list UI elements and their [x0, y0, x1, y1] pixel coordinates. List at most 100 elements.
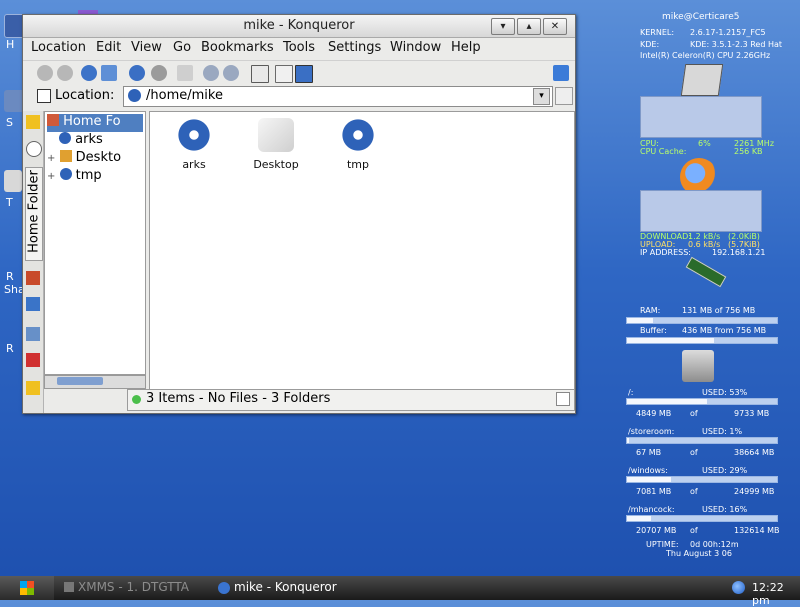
- file-item-desktop[interactable]: Desktop: [241, 118, 311, 171]
- home-icon[interactable]: [101, 65, 117, 81]
- buffer-value: 436 MB from 756 MB: [682, 326, 767, 335]
- media-icon[interactable]: [26, 353, 40, 367]
- services-icon[interactable]: [26, 327, 40, 341]
- menu-bookmarks[interactable]: Bookmarks: [201, 40, 274, 55]
- desktop-icon-label: R: [6, 270, 14, 283]
- zoom-in-icon[interactable]: [203, 65, 219, 81]
- tree-item-arks[interactable]: arks: [59, 132, 103, 150]
- tab-home-folder[interactable]: Home Folder: [25, 167, 43, 261]
- print-icon[interactable]: [177, 65, 193, 81]
- disk-used: USED: 29%: [702, 466, 748, 475]
- debian-folder-icon: [340, 118, 376, 152]
- tree-item-desktop[interactable]: + Deskto: [47, 150, 121, 168]
- tab-home-folder-label: Home Folder: [26, 170, 42, 253]
- desktop-icon-label: R: [6, 342, 14, 355]
- debian-folder-icon: [176, 118, 212, 152]
- detail-view-icon[interactable]: [275, 65, 293, 83]
- ram-value: 131 MB of 756 MB: [682, 306, 756, 315]
- menu-location[interactable]: Location: [31, 40, 86, 55]
- debian-folder-icon: [59, 168, 72, 180]
- location-input[interactable]: /home/mike ▾: [123, 86, 553, 107]
- debian-folder-icon: [59, 132, 71, 144]
- home-icon: [47, 114, 59, 126]
- disk-total: 24999 MB: [734, 487, 775, 496]
- file-item-label: tmp: [346, 158, 369, 171]
- location-dropdown-arrow[interactable]: ▾: [533, 88, 550, 105]
- windows-logo-icon: [20, 581, 34, 595]
- menu-help[interactable]: Help: [451, 40, 481, 55]
- buffer-label: Buffer:: [640, 326, 667, 335]
- title-bar[interactable]: mike - Konqueror ▾ ▴ ✕: [23, 15, 575, 38]
- task-label: mike - Konqueror: [234, 580, 337, 594]
- scrollbar-thumb[interactable]: [57, 377, 103, 385]
- close-button[interactable]: ✕: [543, 18, 567, 35]
- history-icon[interactable]: [26, 141, 42, 157]
- task-xmms[interactable]: XMMS - 1. DTGTTA: [60, 576, 210, 600]
- ram-module-icon: [685, 256, 727, 288]
- status-checkbox[interactable]: [556, 392, 570, 406]
- uptime-value: 0d 00h:12m: [690, 540, 739, 549]
- disk-name: /:: [628, 388, 634, 397]
- kernel-label: KERNEL:: [640, 28, 675, 37]
- tree-item-tmp[interactable]: + tmp: [47, 168, 102, 186]
- expand-icon[interactable]: +: [47, 171, 55, 182]
- tree-item-home[interactable]: Home Fo: [47, 114, 143, 132]
- file-view: arks Desktop tmp: [149, 111, 575, 391]
- cpu-graph: [640, 96, 762, 138]
- menu-settings[interactable]: Settings: [328, 40, 381, 55]
- status-text: 3 Items - No Files - 3 Folders: [146, 391, 331, 406]
- back-icon[interactable]: [37, 65, 53, 81]
- disk-of: of: [690, 487, 698, 496]
- menu-bar: Location Edit View Go Bookmarks Tools Se…: [23, 37, 575, 59]
- clear-location-icon[interactable]: [37, 89, 51, 103]
- disk-of: of: [690, 448, 698, 457]
- expand-icon[interactable]: +: [47, 153, 55, 164]
- task-konqueror[interactable]: mike - Konqueror: [214, 576, 374, 600]
- up-icon[interactable]: [81, 65, 97, 81]
- task-label: XMMS - 1. DTGTTA: [78, 580, 189, 594]
- clock[interactable]: 12:22 pm: [752, 581, 800, 607]
- file-item-tmp[interactable]: tmp: [323, 118, 393, 171]
- ip-label: IP ADDRESS:: [640, 248, 691, 257]
- desktop-icon-trash[interactable]: [4, 170, 22, 192]
- menu-window[interactable]: Window: [390, 40, 441, 55]
- menu-tools[interactable]: Tools: [283, 40, 315, 55]
- disk-used: USED: 16%: [702, 505, 748, 514]
- menu-view[interactable]: View: [131, 40, 162, 55]
- home-tab-icon[interactable]: [26, 271, 40, 285]
- go-button[interactable]: [555, 87, 573, 105]
- konqueror-window: mike - Konqueror ▾ ▴ ✕ Location Edit Vie…: [22, 14, 576, 414]
- status-indicator-icon: [132, 395, 141, 404]
- favorites-star-icon[interactable]: [26, 381, 40, 395]
- main-toolbar: [23, 60, 575, 85]
- icon-view-icon[interactable]: [251, 65, 269, 83]
- maximize-button[interactable]: ▴: [517, 18, 541, 35]
- desktop-folder-icon: [258, 118, 294, 152]
- location-label: Location:: [55, 88, 115, 103]
- tree-horizontal-scrollbar[interactable]: [44, 375, 146, 389]
- bookmark-star-icon[interactable]: [26, 115, 40, 129]
- file-item-arks[interactable]: arks: [159, 118, 229, 171]
- buffer-bar: [626, 337, 778, 344]
- network-icon[interactable]: [26, 297, 40, 311]
- minimize-button[interactable]: ▾: [491, 18, 515, 35]
- disk-of: of: [690, 409, 698, 418]
- file-item-label: arks: [182, 158, 206, 171]
- menu-edit[interactable]: Edit: [96, 40, 121, 55]
- reload-icon[interactable]: [129, 65, 145, 81]
- disk-of: of: [690, 526, 698, 535]
- disk-used-mb: 7081 MB: [636, 487, 672, 496]
- forward-icon[interactable]: [57, 65, 73, 81]
- ram-label: RAM:: [640, 306, 661, 315]
- zoom-out-icon[interactable]: [223, 65, 239, 81]
- network-tray-icon[interactable]: [732, 581, 745, 594]
- disk-bar: [626, 398, 778, 405]
- tree-item-label: tmp: [75, 168, 102, 183]
- disk-name: /windows:: [628, 466, 668, 475]
- cpu-percent: 6%: [698, 139, 711, 148]
- tree-item-label: Deskto: [75, 150, 122, 165]
- start-button[interactable]: [0, 576, 54, 600]
- menu-go[interactable]: Go: [173, 40, 191, 55]
- stop-icon[interactable]: [151, 65, 167, 81]
- preview-icon[interactable]: [295, 65, 313, 83]
